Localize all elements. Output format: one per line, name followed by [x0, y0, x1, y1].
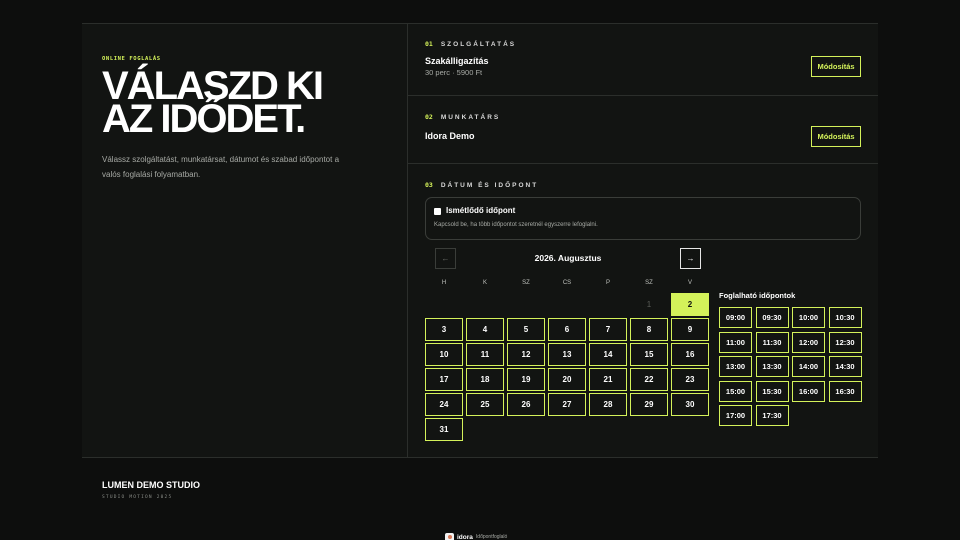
calendar-day[interactable]: 25	[466, 393, 504, 416]
modify-staff-button[interactable]: Módosítás	[811, 126, 861, 147]
recurring-toggle-card[interactable]: Ismétlődő időpont Kapcsold be, ha több i…	[425, 197, 861, 240]
calendar-day[interactable]: 21	[589, 368, 627, 391]
calendar-day[interactable]: 15	[630, 343, 668, 366]
current-month: 2026. Augusztus	[534, 253, 602, 263]
weekday-label: SZ	[522, 280, 530, 286]
time-slot-button[interactable]: 16:00	[792, 380, 825, 402]
calendar-day[interactable]: 3	[425, 318, 463, 341]
time-slot-button[interactable]: 13:30	[755, 356, 789, 377]
time-slot-button[interactable]: 10:00	[792, 307, 825, 328]
hero-title: VÁLASZD KI AZ IDŐDET.	[102, 66, 382, 139]
idora-logo-icon	[445, 532, 454, 540]
time-slot-button[interactable]: 17:30	[755, 405, 789, 426]
staff-name: Idora Demo	[425, 131, 475, 141]
calendar-day[interactable]: 7	[589, 318, 627, 341]
calendar-day[interactable]: 28	[589, 393, 627, 416]
arrow-right-icon: →	[686, 254, 695, 263]
hero-column: ONLINE FOGLALÁS VÁLASZD KI AZ IDŐDET. Vá…	[102, 56, 382, 182]
next-month-button[interactable]: →	[680, 248, 701, 269]
calendar-day[interactable]: 6	[548, 318, 586, 341]
time-slot-button[interactable]: 15:30	[755, 380, 789, 402]
studio-name: LUMEN DEMO STUDIO	[102, 480, 200, 490]
time-slot-button[interactable]: 10:30	[828, 307, 862, 328]
calendar-day[interactable]: 24	[425, 393, 463, 416]
weekday-label: P	[605, 280, 610, 286]
calendar-day[interactable]: 11	[466, 343, 504, 366]
time-slot-button[interactable]: 09:00	[719, 307, 752, 328]
time-slot-button[interactable]: 09:30	[755, 307, 789, 328]
time-slot-button[interactable]: 16:30	[828, 380, 862, 402]
recurring-help-text: Kapcsold be, ha több időpontot szeretnél…	[434, 222, 598, 228]
time-slot-button[interactable]: 13:00	[719, 356, 752, 377]
calendar-day[interactable]: 23	[671, 368, 709, 391]
time-slot-button[interactable]: 17:00	[719, 405, 752, 426]
calendar-day-selected[interactable]: 2	[671, 293, 709, 316]
prev-month-button[interactable]: ←	[435, 248, 456, 269]
calendar-day[interactable]: 9	[671, 318, 709, 341]
datetime-heading-label: DÁTUM ÉS IDŐPONT	[440, 182, 539, 189]
calendar-day[interactable]: 19	[507, 368, 545, 391]
staff-step-number: 02	[425, 113, 433, 121]
service-heading-label: SZOLGÁLTATÁS	[440, 41, 517, 48]
weekday-label: CS	[562, 280, 572, 286]
service-section: 01 SZOLGÁLTATÁS Szakálligazítás 30 perc ·…	[408, 23, 878, 96]
datetime-heading: 03 DÁTUM ÉS IDŐPONT	[425, 181, 538, 189]
modify-service-button[interactable]: Módosítás	[811, 56, 861, 77]
calendar-day[interactable]: 18	[466, 368, 504, 391]
brand-name: idora	[457, 533, 473, 540]
time-slot-button[interactable]: 12:30	[828, 331, 862, 353]
calendar-day[interactable]: 17	[425, 368, 463, 391]
time-slot-button[interactable]: 14:30	[828, 356, 862, 377]
calendar-day[interactable]: 31	[425, 418, 463, 441]
datetime-step-number: 03	[425, 181, 433, 189]
brand-subtitle: Időpontfoglaló	[475, 534, 508, 540]
service-step-number: 01	[425, 40, 433, 48]
weekday-label: K	[482, 280, 487, 286]
hero-title-line2: AZ IDŐDET.	[102, 97, 306, 141]
service-heading: 01 SZOLGÁLTATÁS	[425, 40, 516, 48]
staff-heading-label: MUNKATÁRS	[440, 114, 501, 121]
time-slot-button[interactable]: 11:30	[755, 331, 789, 353]
calendar-day[interactable]: 10	[425, 343, 463, 366]
weekday-label: H	[441, 280, 447, 286]
studio-subtitle: STUDIO MOTION 2025	[102, 495, 173, 500]
weekday-label: V	[687, 280, 692, 286]
calendar-day[interactable]: 12	[507, 343, 545, 366]
datetime-section: 03 DÁTUM ÉS IDŐPONT Ismétlődő időpont Kap…	[408, 164, 878, 458]
calendar-day[interactable]: 13	[548, 343, 586, 366]
calendar-day[interactable]: 16	[671, 343, 709, 366]
time-slot-button[interactable]: 12:00	[792, 331, 825, 353]
calendar-day[interactable]: 5	[507, 318, 545, 341]
calendar-day[interactable]: 14	[589, 343, 627, 366]
calendar-day[interactable]: 8	[630, 318, 668, 341]
staff-heading: 02 MUNKATÁRS	[425, 113, 500, 121]
staff-section: 02 MUNKATÁRS Idora Demo Módosítás	[408, 96, 878, 164]
weekday-label: SZ	[645, 280, 653, 286]
calendar-day[interactable]: 30	[671, 393, 709, 416]
service-details: 30 perc · 5900 Ft	[425, 68, 483, 77]
calendar-day: 1	[646, 300, 652, 309]
calendar-day[interactable]: 22	[630, 368, 668, 391]
time-slot-button[interactable]: 15:00	[719, 380, 752, 402]
calendar-day[interactable]: 20	[548, 368, 586, 391]
hero-eyebrow: ONLINE FOGLALÁS	[102, 56, 161, 62]
arrow-left-icon: ←	[441, 254, 450, 263]
recurring-checkbox[interactable]	[434, 208, 441, 215]
time-slot-button[interactable]: 11:00	[719, 331, 752, 353]
hero-intro: Válassz szolgáltatást, munkatársat, dátu…	[102, 155, 340, 179]
calendar-day[interactable]: 4	[466, 318, 504, 341]
calendar-day[interactable]: 27	[548, 393, 586, 416]
service-title: Szakálligazítás	[425, 56, 489, 66]
recurring-title: Ismétlődő időpont	[446, 206, 516, 215]
calendar-day[interactable]: 26	[507, 393, 545, 416]
time-slot-button[interactable]: 14:00	[792, 356, 825, 377]
slots-title: Foglalható időpontok	[719, 291, 796, 300]
powered-by[interactable]: idora Időpontfoglaló	[445, 532, 507, 540]
calendar-day[interactable]: 29	[630, 393, 668, 416]
